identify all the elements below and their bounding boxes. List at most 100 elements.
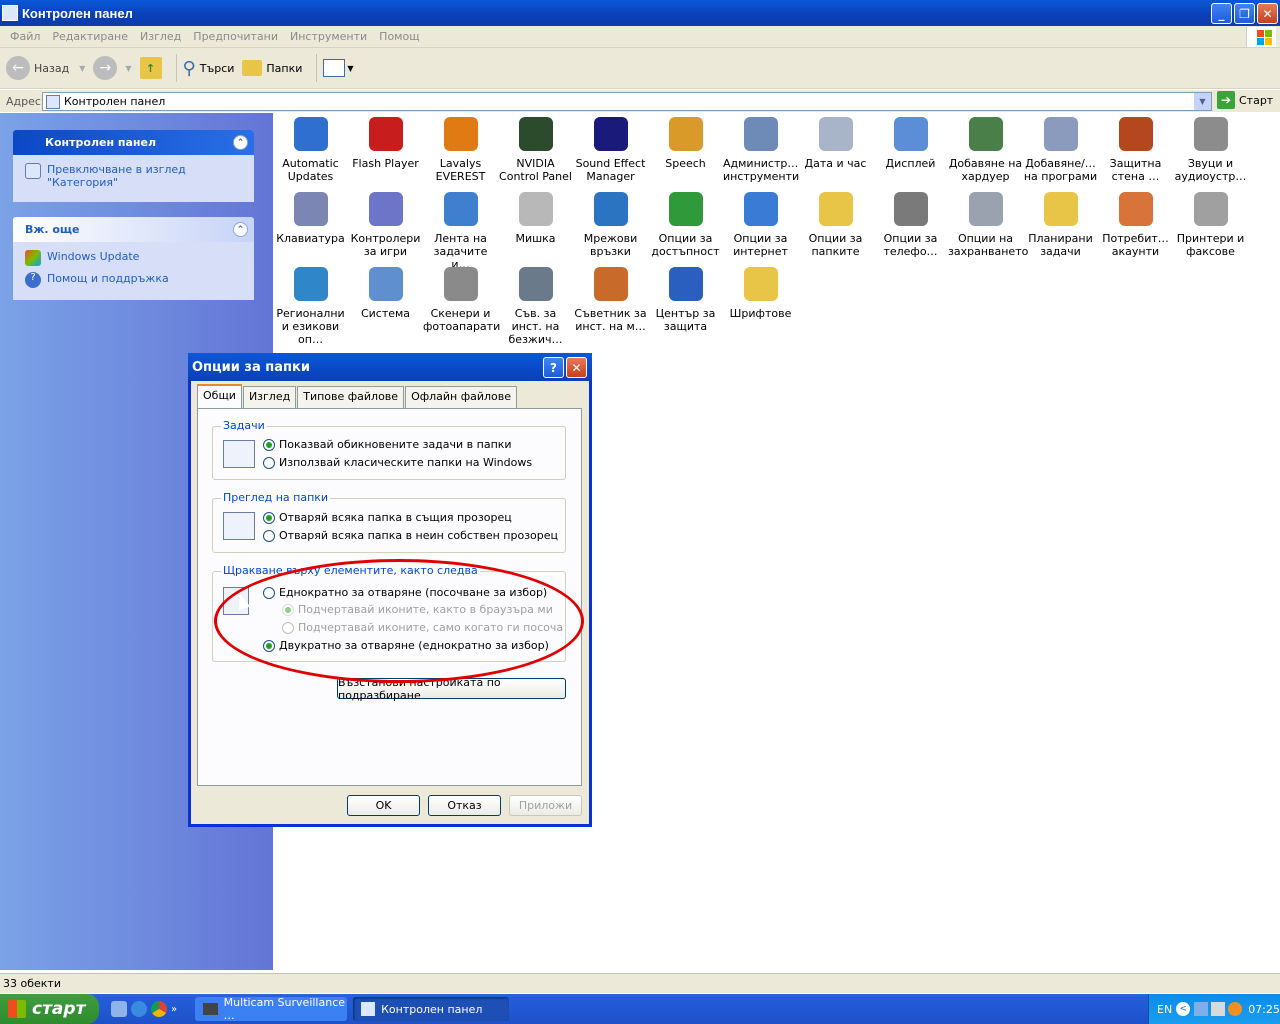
panel-header[interactable]: Контролен панел ⌃ (13, 130, 254, 155)
control-panel-item[interactable]: Добавяне/… на програми (1023, 115, 1098, 183)
collapse-chevron-icon[interactable]: ⌃ (233, 135, 248, 150)
control-panel-item-label: NVIDIA Control Panel (499, 157, 572, 183)
restore-button[interactable]: ❐ (1234, 3, 1255, 24)
forward-dropdown-icon[interactable]: ▼ (125, 64, 131, 73)
control-panel-item[interactable]: Дата и час (798, 115, 873, 170)
address-dropdown-icon[interactable]: ▼ (1194, 93, 1211, 110)
speaker-tray-icon[interactable] (1211, 1002, 1226, 1016)
control-panel-item[interactable]: Контролери за игри (348, 190, 423, 258)
dialog-help-button[interactable]: ? (543, 357, 564, 378)
double-click-radio[interactable]: Двукратно за отваряне (еднократно за изб… (263, 639, 549, 652)
menu-tools[interactable]: Инструменти (290, 30, 367, 43)
control-panel-item[interactable]: Система (348, 265, 423, 320)
same-window-radio[interactable]: Отваряй всяка папка в същия прозорец (263, 511, 512, 524)
menu-file[interactable]: Файл (10, 30, 40, 43)
tab-offline-files[interactable]: Офлайн файлове (405, 386, 518, 408)
apply-button[interactable]: Приложи (509, 795, 582, 816)
tasks-group-title: Задачи (221, 419, 267, 432)
tab-view[interactable]: Изглед (242, 386, 297, 408)
control-panel-item[interactable]: Мрежови връзки (573, 190, 648, 258)
minimize-button[interactable]: _ (1211, 3, 1232, 24)
control-panel-item[interactable]: NVIDIA Control Panel (498, 115, 573, 183)
control-panel-item[interactable]: Планирани задачи (1023, 190, 1098, 258)
folders-button[interactable]: Папки (242, 60, 302, 76)
control-panel-item[interactable]: Мишка (498, 190, 573, 245)
control-panel-item[interactable]: Принтери и факсове (1173, 190, 1248, 258)
browse-folders-group: Преглед на папки Отваряй всяка папка в с… (212, 491, 566, 553)
control-panel-item[interactable]: Speech (648, 115, 723, 170)
tab-file-types[interactable]: Типове файлове (297, 386, 405, 408)
control-panel-item[interactable]: Шрифтове (723, 265, 798, 320)
control-panel-item[interactable]: Скенери и фотоапарати (423, 265, 500, 333)
app-tray-icon[interactable] (1228, 1002, 1243, 1016)
menu-help[interactable]: Помощ (379, 30, 419, 43)
menu-favorites[interactable]: Предпочитани (193, 30, 278, 43)
control-panel-item[interactable]: Потребит… акаунти (1098, 190, 1173, 258)
search-button[interactable]: ⚲ Търси (183, 58, 235, 79)
underline-browser-radio[interactable]: Подчертавай иконите, както в браузъра ми (282, 603, 553, 616)
go-button[interactable]: ➔ Старт (1217, 91, 1273, 109)
ok-button[interactable]: OK (347, 795, 420, 816)
control-panel-item[interactable]: Sound Effect Manager (573, 115, 648, 183)
control-panel-item[interactable]: Automatic Updates (273, 115, 348, 183)
start-label: старт (32, 999, 86, 1019)
restore-defaults-button[interactable]: Възстанови настройката по подразбиране (337, 676, 566, 702)
show-common-tasks-radio[interactable]: Показвай обикновените задачи в папки (263, 438, 512, 451)
tray-expand-icon[interactable]: < (1176, 1002, 1191, 1016)
cancel-button[interactable]: Отказ (428, 795, 501, 816)
control-panel-item[interactable]: Звуци и аудиоустр… (1173, 115, 1248, 183)
switch-category-view-link[interactable]: Превключване в изглед "Категория" (13, 155, 254, 192)
control-panel-item[interactable]: Лента на задачите и… (423, 190, 498, 271)
close-button[interactable]: ✕ (1257, 3, 1278, 24)
control-panel-item[interactable]: Дисплей (873, 115, 948, 170)
menu-view[interactable]: Изглед (140, 30, 181, 43)
control-panel-item[interactable]: Съветник за инст. на м… (573, 265, 648, 333)
control-panel-item[interactable]: Опции за телефо… (873, 190, 948, 258)
quick-launch-expand-icon[interactable]: » (171, 1004, 177, 1015)
up-folder-button[interactable]: ↑ (139, 57, 162, 79)
language-indicator[interactable]: EN (1157, 1003, 1172, 1016)
network-tray-icon[interactable] (1194, 1002, 1209, 1016)
dialog-titlebar[interactable]: Опции за папки ? ✕ (188, 353, 592, 381)
control-panel-item[interactable]: Добавяне на хардуер (948, 115, 1023, 183)
back-button[interactable]: ← Назад ▼ (6, 56, 85, 80)
radio-selected (263, 639, 275, 652)
back-dropdown-icon[interactable]: ▼ (79, 64, 85, 73)
tab-general[interactable]: Общи (197, 384, 242, 408)
chrome-icon[interactable] (151, 1001, 167, 1017)
windows-update-link[interactable]: Windows Update (13, 242, 254, 269)
window-titlebar[interactable]: Контролен панел _ ❐ ✕ (0, 0, 1280, 26)
address-input[interactable]: Контролен панел ▼ (42, 92, 1212, 111)
classic-folders-radio[interactable]: Използвай класическите папки на Windows (263, 456, 532, 469)
control-panel-item[interactable]: Flash Player (348, 115, 423, 170)
show-desktop-icon[interactable] (111, 1001, 127, 1017)
control-panel-item[interactable]: Опции за достъпност (648, 190, 723, 258)
game-controllers-icon (368, 192, 403, 226)
single-click-radio[interactable]: Еднократно за отваряне (посочване за изб… (263, 586, 547, 599)
own-window-radio[interactable]: Отваряй всяка папка в неин собствен проз… (263, 529, 558, 542)
control-panel-item[interactable]: Опции на захранването (948, 190, 1028, 258)
control-panel-item[interactable]: Център за защита (648, 265, 723, 333)
control-panel-item[interactable]: Защитна стена … (1098, 115, 1173, 183)
control-panel-item[interactable]: Опции за интернет (723, 190, 798, 258)
task-multicam[interactable]: Multicam Surveillance … (195, 996, 348, 1022)
menu-edit[interactable]: Редактиране (52, 30, 128, 43)
internet-explorer-icon[interactable] (131, 1001, 147, 1017)
help-support-link[interactable]: ? Помощ и поддръжка (13, 269, 254, 291)
control-panel-item[interactable]: Опции за папките (798, 190, 873, 258)
views-button[interactable]: ▼ (323, 59, 354, 77)
radio-unselected (263, 529, 275, 542)
control-panel-item[interactable]: Lavalys EVEREST (423, 115, 498, 183)
control-panel-item[interactable]: Администр… инструменти (723, 115, 799, 183)
start-button[interactable]: старт (0, 994, 99, 1024)
task-control-panel[interactable]: Контролен панел (353, 997, 510, 1021)
forward-button[interactable]: → ▼ (93, 56, 132, 80)
browse-preview-icon (223, 512, 255, 540)
panel-header[interactable]: Вж. още ⌃ (13, 217, 254, 242)
control-panel-item[interactable]: Регионални и езикови оп… (273, 265, 348, 346)
underline-point-radio[interactable]: Подчертавай иконите, само когато ги посо… (282, 621, 563, 634)
dialog-close-button[interactable]: ✕ (566, 357, 587, 378)
collapse-chevron-icon[interactable]: ⌃ (233, 222, 248, 237)
control-panel-item[interactable]: Клавиатура (273, 190, 348, 245)
control-panel-item[interactable]: Съв. за инст. на безжич… (498, 265, 573, 346)
